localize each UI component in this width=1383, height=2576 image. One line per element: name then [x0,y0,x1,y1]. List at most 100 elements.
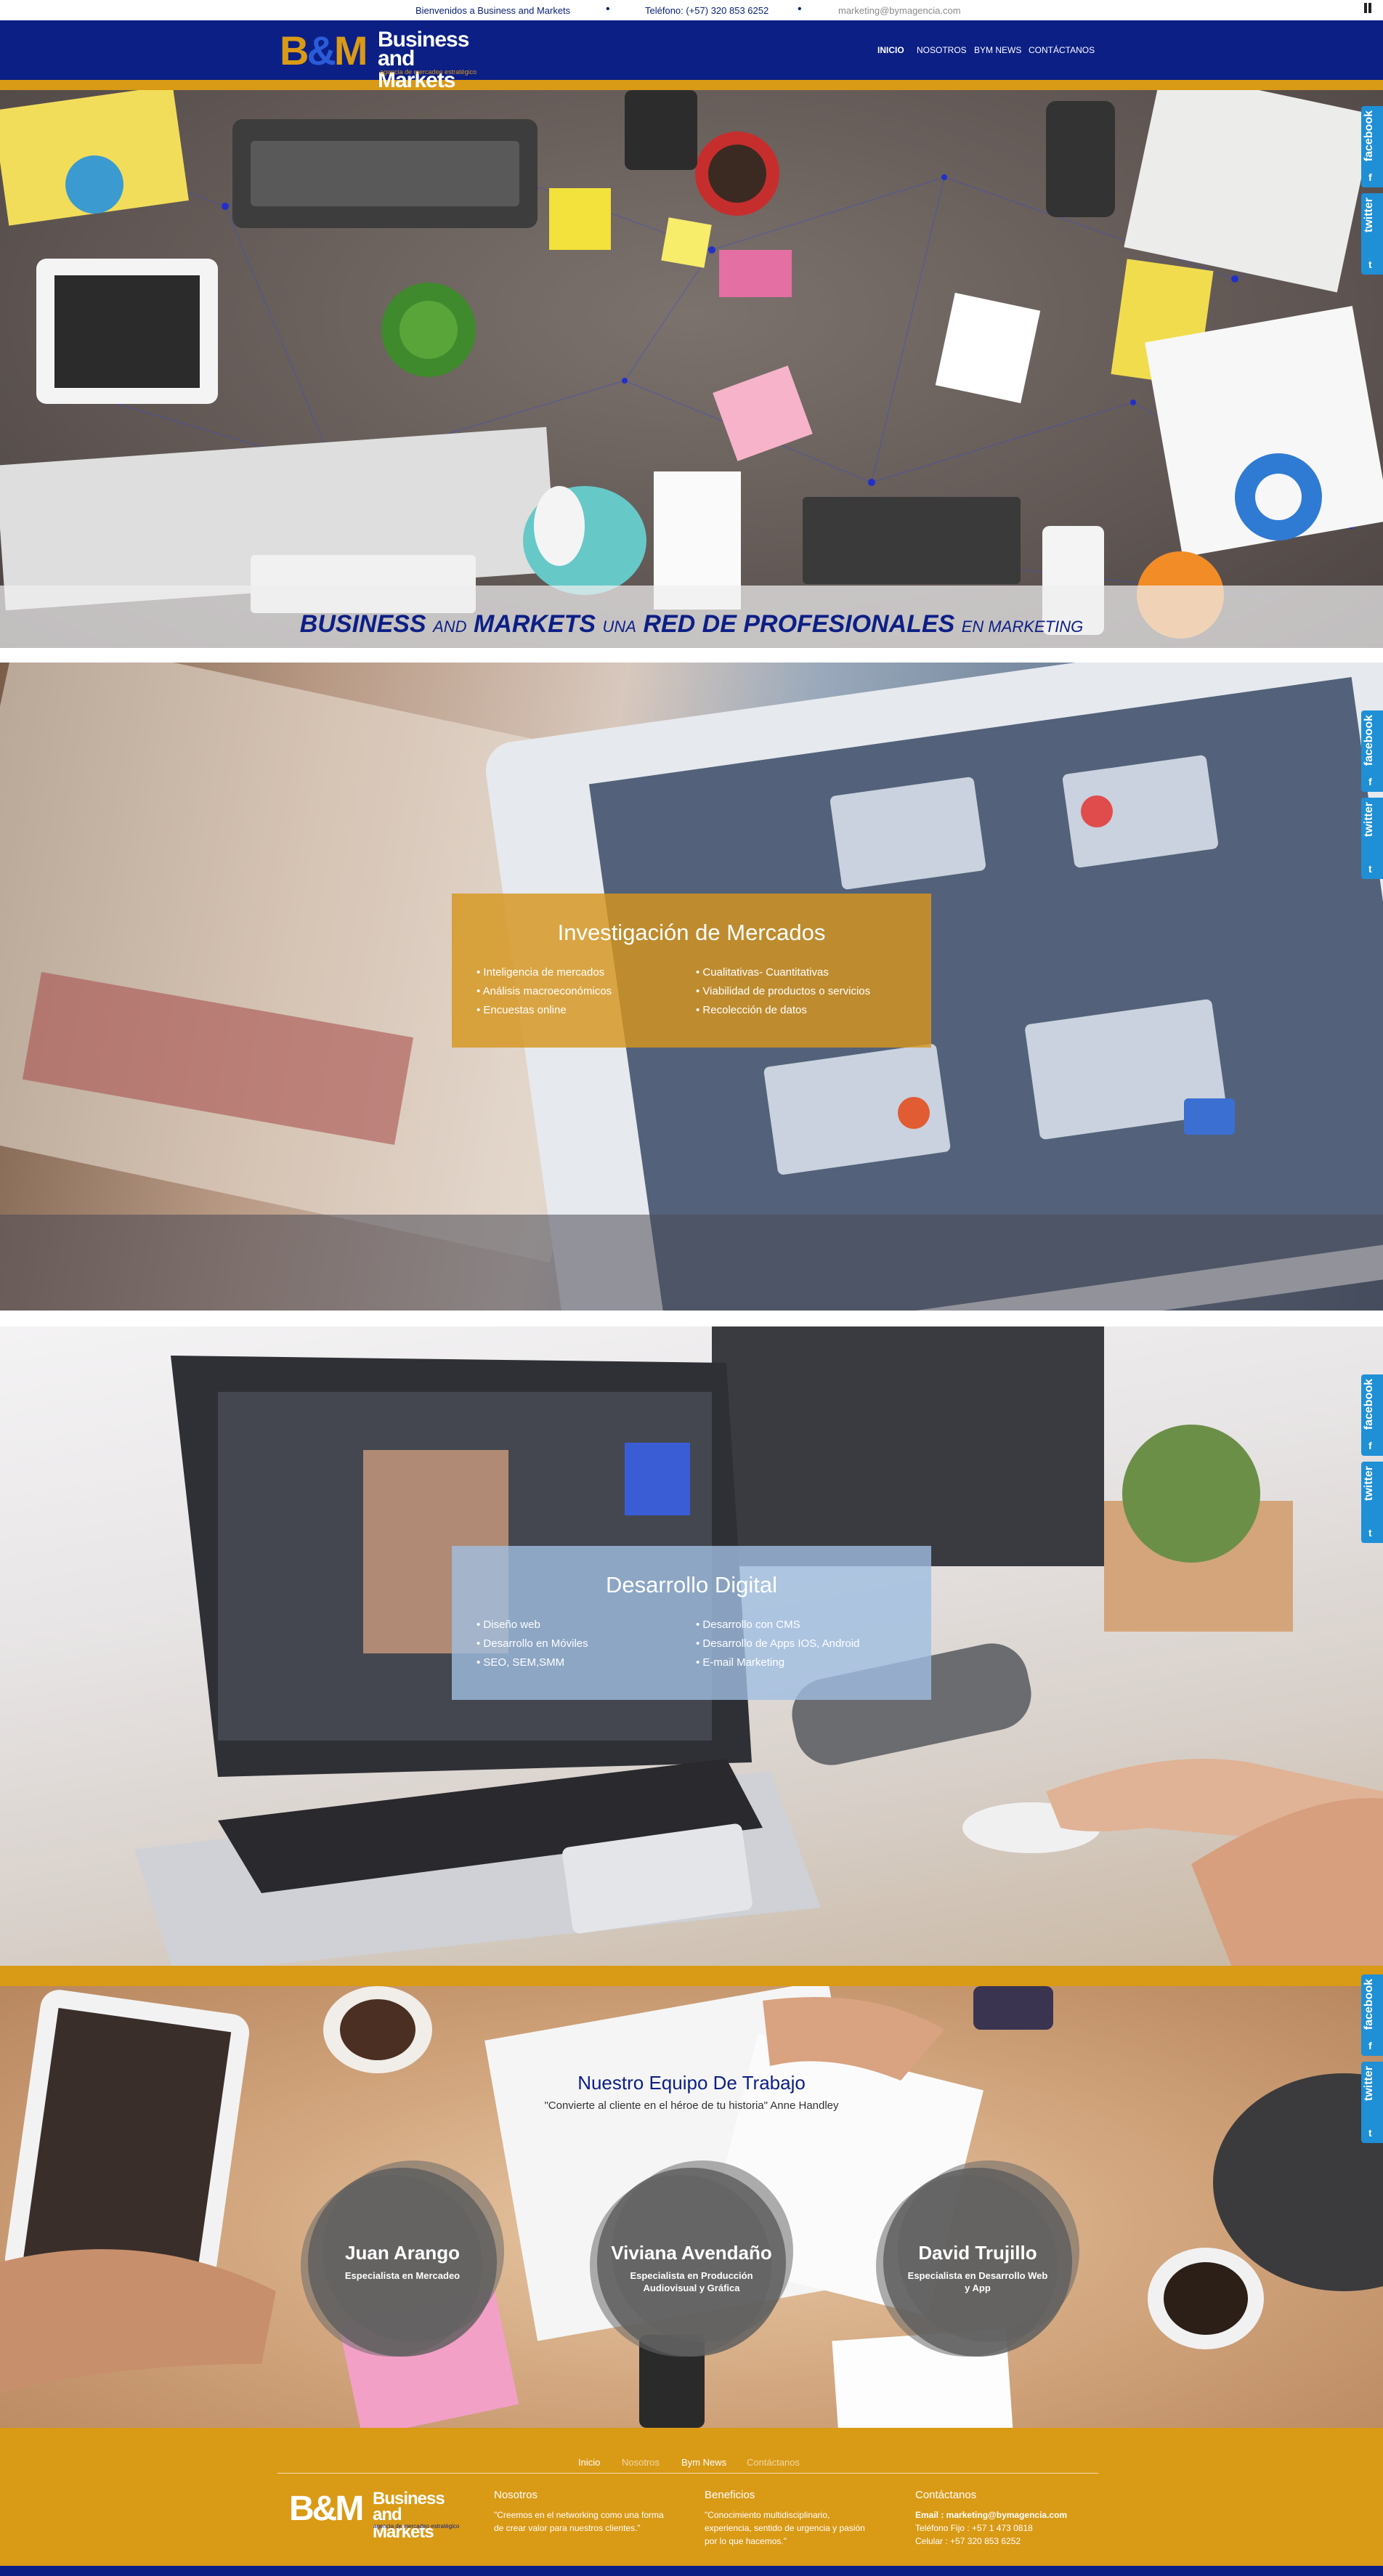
member-role: Especialista en Producción Audiovisual y… [630,2270,753,2293]
site-footer: Inicio Nosotros Bym News Contáctanos B&M… [0,2428,1383,2566]
nav-bym-news[interactable]: BYM News [974,45,1021,55]
list-item: Inteligencia de mercados [476,963,612,982]
hero-background-illustration [0,90,1383,639]
digital-development-list-left: Diseño web Desarrollo en Móviles SEO, SE… [476,1616,588,1672]
title-bold-part: Desarrollo [605,1572,709,1597]
footer-beneficios-column: Beneficios "Conocimiento multidisciplina… [705,2489,879,2548]
twitter-label: twitter [1363,198,1375,232]
team-member-card: David Trujillo Especialista en Desarroll… [876,2160,1079,2364]
tagline-and: AND [433,617,467,636]
member-name: Juan Arango [345,2242,460,2264]
footer-nav-nosotros[interactable]: Nosotros [622,2457,660,2468]
footer-contact-title: Contáctanos [915,2489,977,2501]
pause-icon[interactable] [1363,3,1373,15]
footer-logo-mark: B&M [289,2490,364,2528]
facebook-button[interactable]: facebook f [1361,710,1383,792]
team-member-card: Viviana Avendaño Especialista en Producc… [590,2160,793,2364]
tagline-una: UNA [602,617,636,636]
digital-development-list-right: Desarrollo con CMS Desarrollo de Apps IO… [696,1616,859,1672]
hero-tagline: BUSINESS AND MARKETS UNA RED DE PROFESIO… [0,610,1383,639]
market-research-section: Investigación de Mercados Inteligencia d… [0,663,1383,1311]
facebook-label: facebook [1363,1379,1375,1430]
footer-nav-contactanos[interactable]: Contáctanos [747,2457,800,2468]
footer-logo-tagline: agencia de mercadeo estratégico [373,2523,460,2530]
tagline-red: RED DE PROFESIONALES [643,610,955,638]
facebook-button[interactable]: facebook f [1361,106,1383,187]
footer-contact-email[interactable]: Email : marketing@bymagencia.com [915,2508,1104,2522]
tagline-markets: MARKETS [473,610,596,638]
section-gap [0,648,1383,663]
team-member-card: Juan Arango Especialista en Mercadeo [301,2160,504,2364]
facebook-button[interactable]: facebook f [1361,1374,1383,1456]
title-light-part: Digital [714,1572,778,1597]
section-divider [0,1974,1383,1986]
member-role: Especialista en Desarrollo Web y App [907,2270,1048,2293]
footer-nosotros-title: Nosotros [494,2489,538,2501]
facebook-icon: f [1368,1440,1372,1451]
team-quote: "Convierte al cliente en el héroe de tu … [544,2099,839,2112]
facebook-label: facebook [1363,715,1375,766]
digital-development-title: Desarrollo Digital [452,1572,931,1598]
team-section: Nuestro Equipo De Trabajo "Convierte al … [0,1986,1383,2428]
phone-text: Teléfono: (+57) 320 853 6252 [645,5,769,16]
facebook-icon: f [1368,2040,1372,2052]
twitter-button[interactable]: twitter t [1361,798,1383,879]
list-item: Cualitativas- Cuantitativas [696,963,870,982]
market-research-title: Investigación de Mercados [452,920,931,946]
list-item: SEO, SEM,SMM [476,1653,588,1672]
digital-development-panel: Desarrollo Digital Diseño web Desarrollo… [452,1546,931,1700]
twitter-label: twitter [1363,802,1375,837]
footer-beneficios-title: Beneficios [705,2489,755,2501]
list-item: Desarrollo en Móviles [476,1635,588,1653]
list-item: Diseño web [476,1616,588,1635]
title-light-part: de Mercados [695,920,826,945]
footer-nav-inicio[interactable]: Inicio [578,2457,600,2468]
nav-inicio[interactable]: Inicio [877,45,904,55]
title-bold-part: Investigación [557,920,689,945]
twitter-icon: t [1368,2127,1372,2139]
twitter-icon: t [1368,259,1372,270]
brand-logo[interactable]: B&M Business and Markets agencia de merc… [280,28,490,92]
footer-nosotros-column: Nosotros "Creemos en el networking como … [494,2489,668,2535]
separator-dot: • [798,3,802,15]
member-name: David Trujillo [918,2242,1037,2264]
twitter-button[interactable]: twitter t [1361,193,1383,275]
section-gap [0,1311,1383,1327]
footer-nosotros-text: "Creemos en el networking como una forma… [494,2510,664,2533]
logo-tagline: agencia de mercadeo estratégico [380,68,477,76]
footer-contact-fijo: Teléfono Fijo : +57 1 473 0818 [915,2523,1033,2533]
digital-development-section: Desarrollo Digital Diseño web Desarrollo… [0,1327,1383,1974]
email-link[interactable]: marketing@bymagencia.com [838,5,961,16]
top-info-bar: Bienvenidos a Business and Markets • Tel… [0,0,1383,20]
twitter-label: twitter [1363,2066,1375,2101]
market-research-panel: Investigación de Mercados Inteligencia d… [452,894,931,1048]
hero-banner: BUSINESS AND MARKETS UNA RED DE PROFESIO… [0,90,1383,648]
facebook-button[interactable]: facebook f [1361,1974,1383,2056]
list-item: Desarrollo de Apps IOS, Android [696,1635,859,1653]
footer-beneficios-text: "Conocimiento multidisciplinario, experi… [705,2510,865,2546]
list-item: E-mail Marketing [696,1653,859,1672]
list-item: Encuestas online [476,1001,612,1020]
nav-nosotros[interactable]: Nosotros [917,45,967,55]
market-research-list-right: Cualitativas- Cuantitativas Viabilidad d… [696,963,870,1020]
facebook-icon: f [1368,776,1372,787]
member-name: Viviana Avendaño [611,2242,772,2264]
navbar-accent-strip [0,80,1383,90]
footer-logo[interactable]: B&M Business and Markets agencia de merc… [289,2490,463,2541]
facebook-label: facebook [1363,110,1375,162]
footer-divider [277,2473,1098,2474]
twitter-button[interactable]: twitter t [1361,1462,1383,1543]
facebook-icon: f [1368,171,1372,183]
nav-contactanos[interactable]: Contáctanos [1029,45,1095,55]
member-role: Especialista en Mercadeo [344,2270,461,2281]
logo-mark: B&M [280,28,368,73]
footer-contact-column: Contáctanos Email : marketing@bymagencia… [915,2489,1104,2548]
facebook-label: facebook [1363,1979,1375,2030]
list-item: Viabilidad de productos o servicios [696,982,870,1001]
list-item: Recolección de datos [696,1001,870,1020]
twitter-button[interactable]: twitter t [1361,2062,1383,2143]
twitter-icon: t [1368,863,1372,875]
market-research-list-left: Inteligencia de mercados Análisis macroe… [476,963,612,1020]
tagline-business: BUSINESS [299,610,426,638]
footer-nav-bym-news[interactable]: Bym News [681,2457,726,2468]
